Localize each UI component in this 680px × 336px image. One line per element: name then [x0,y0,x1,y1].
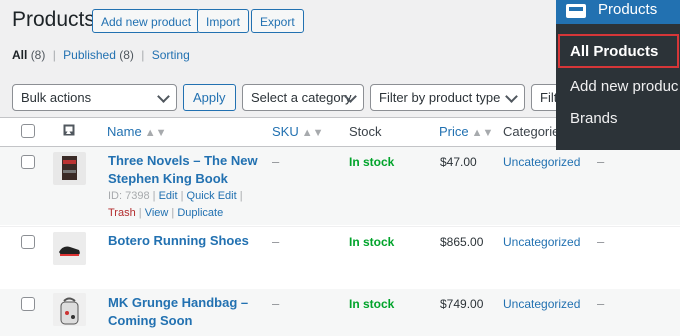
duplicate-link[interactable]: Duplicate [177,207,223,219]
sort-icon: ▲▼ [471,127,494,139]
sku-value: – [272,234,280,249]
sort-icon: ▲▼ [301,127,324,139]
stock-status: In stock [349,235,395,249]
product-name-link[interactable]: Botero Running Shoes [108,232,249,250]
product-thumbnail[interactable] [53,293,86,326]
column-sku[interactable]: SKU ▲▼ [272,124,324,139]
menu-products-parent[interactable]: Products [556,0,680,24]
product-thumbnail[interactable] [53,152,86,185]
tags-value: – [597,296,605,311]
row-checkbox[interactable] [21,155,35,169]
bulk-actions-select[interactable]: Bulk actions [12,84,177,111]
submenu-brands[interactable]: Brands [570,110,618,127]
price-value: $865.00 [440,235,484,249]
quick-edit-link[interactable]: Quick Edit [187,190,237,202]
export-button[interactable]: Export [251,9,304,33]
category-link[interactable]: Uncategorized [503,297,580,311]
product-thumbnail[interactable] [53,232,86,265]
category-link[interactable]: Uncategorized [503,155,580,169]
trash-link[interactable]: Trash [108,207,136,219]
submenu-all-products[interactable]: All Products [558,34,679,68]
table-row: MK Grunge Handbag – Coming Soon – In sto… [0,289,680,336]
sort-icon: ▲▼ [144,127,167,139]
image-icon [63,124,75,136]
view-published[interactable]: Published (8) [63,48,134,62]
view-filters: All (8) | Published (8) | Sorting [12,48,190,62]
admin-submenu: Products All Products Add new produc Bra… [556,0,680,150]
add-new-product-button[interactable]: Add new product [92,9,201,33]
category-select[interactable]: Select a category [242,84,364,111]
table-row: Three Novels – The New Stephen King Book… [0,147,680,225]
table-row: Botero Running Shoes – In stock $865.00 … [0,226,680,289]
view-all[interactable]: All (8) [12,48,45,62]
stock-status: In stock [349,297,395,311]
column-name[interactable]: Name ▲▼ [107,124,166,139]
price-value: $749.00 [440,297,484,311]
product-name-link[interactable]: MK Grunge Handbag – Coming Soon [108,294,248,330]
price-value: $47.00 [440,155,477,169]
select-all-checkbox[interactable] [21,124,35,138]
sku-value: – [272,296,280,311]
row-checkbox[interactable] [21,297,35,311]
import-button[interactable]: Import [197,9,250,33]
chevron-down-icon [505,90,518,103]
category-link[interactable]: Uncategorized [503,235,580,249]
products-archive-icon [566,4,586,18]
product-name-link[interactable]: Three Novels – The New Stephen King Book [108,152,258,188]
edit-link[interactable]: Edit [159,190,178,202]
row-actions: ID: 7398 | Edit | Quick Edit | Trash | V… [108,190,243,219]
view-sorting[interactable]: Sorting [152,48,190,62]
tags-value: – [597,234,605,249]
column-stock: Stock [349,124,382,139]
apply-button[interactable]: Apply [183,84,236,111]
row-checkbox[interactable] [21,235,35,249]
submenu-add-new-product[interactable]: Add new produc [570,78,678,95]
chevron-down-icon [157,90,170,103]
column-price[interactable]: Price ▲▼ [439,124,493,139]
page-title: Products [12,8,95,31]
product-type-select[interactable]: Filter by product type [370,84,525,111]
sku-value: – [272,154,280,169]
view-link[interactable]: View [145,207,169,219]
tags-value: – [597,154,605,169]
stock-status: In stock [349,155,395,169]
